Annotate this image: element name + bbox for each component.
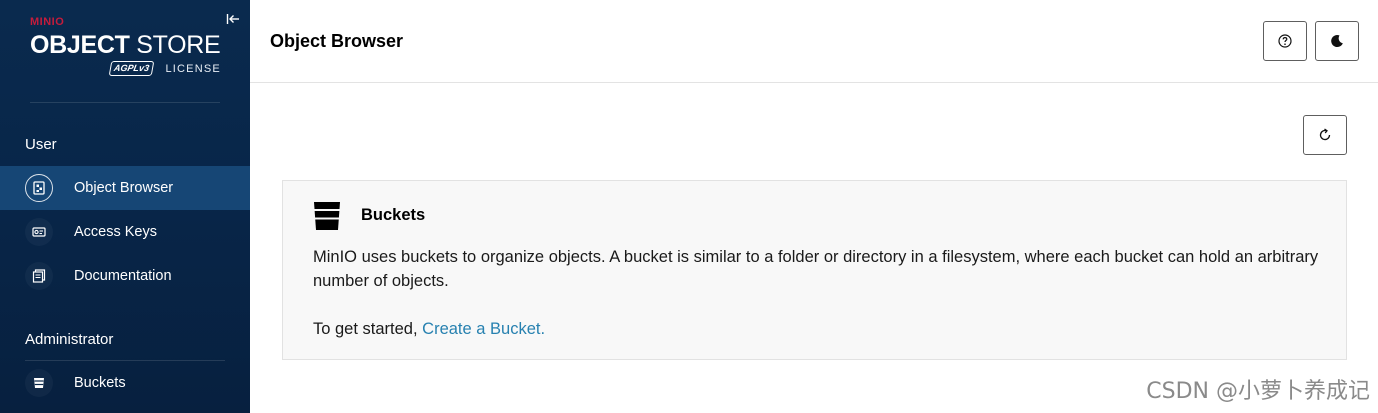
brand-minio: MINIO bbox=[30, 16, 65, 28]
object-browser-icon bbox=[25, 174, 53, 202]
sidebar-item-label: Buckets bbox=[74, 375, 126, 391]
page-header: Object Browser bbox=[250, 0, 1378, 83]
watermark: CSDN @小萝卜养成记 bbox=[1146, 379, 1370, 404]
sidebar-item-label: Access Keys bbox=[74, 224, 157, 240]
sidebar-item-label: Object Browser bbox=[74, 180, 174, 196]
access-keys-icon bbox=[25, 218, 53, 246]
card-description: MinIO uses buckets to organize objects. … bbox=[313, 248, 1319, 290]
documentation-icon bbox=[25, 262, 53, 290]
moon-icon bbox=[1331, 35, 1343, 48]
help-button[interactable] bbox=[1263, 21, 1307, 61]
refresh-icon bbox=[1319, 128, 1331, 141]
card-cta: To get started, Create a Bucket. bbox=[313, 317, 545, 341]
cta-prefix: To get started, bbox=[313, 320, 418, 338]
brand-license: LICENSE bbox=[165, 62, 221, 75]
sidebar-item-access-keys[interactable]: Access Keys bbox=[0, 210, 250, 254]
sidebar-divider bbox=[30, 102, 220, 103]
sidebar-item-label: Documentation bbox=[74, 268, 172, 284]
refresh-button[interactable] bbox=[1303, 115, 1347, 155]
page-title: Object Browser bbox=[270, 31, 404, 51]
agpl-badge: AGPLv3 bbox=[108, 61, 155, 77]
buckets-info-card: Buckets MinIO uses buckets to organize o… bbox=[282, 180, 1347, 360]
brand-license-line: AGPLv3 LICENSE bbox=[108, 60, 221, 77]
sidebar-item-documentation[interactable]: Documentation bbox=[0, 254, 250, 298]
minio-logo: MINIO OBJECT STORE AGPLv3 LICENSE bbox=[30, 16, 230, 80]
collapse-sidebar-icon[interactable] bbox=[226, 12, 242, 28]
bucket-icon bbox=[25, 369, 53, 397]
sidebar: MINIO OBJECT STORE AGPLv3 LICENSE User O bbox=[0, 0, 250, 413]
bucket-icon bbox=[313, 201, 341, 231]
help-icon bbox=[1278, 34, 1292, 48]
brand-store: STORE bbox=[136, 31, 221, 59]
create-bucket-link[interactable]: Create a Bucket. bbox=[422, 320, 545, 338]
theme-toggle-button[interactable] bbox=[1315, 21, 1359, 61]
card-title: Buckets bbox=[361, 206, 426, 224]
section-label-user: User bbox=[25, 136, 57, 153]
brand-object: OBJECT bbox=[30, 31, 130, 59]
section-label-administrator: Administrator bbox=[25, 331, 114, 348]
brand-product-name: OBJECT STORE bbox=[30, 30, 221, 60]
sidebar-item-object-browser[interactable]: Object Browser bbox=[0, 166, 250, 210]
sidebar-item-buckets[interactable]: Buckets bbox=[0, 361, 250, 405]
